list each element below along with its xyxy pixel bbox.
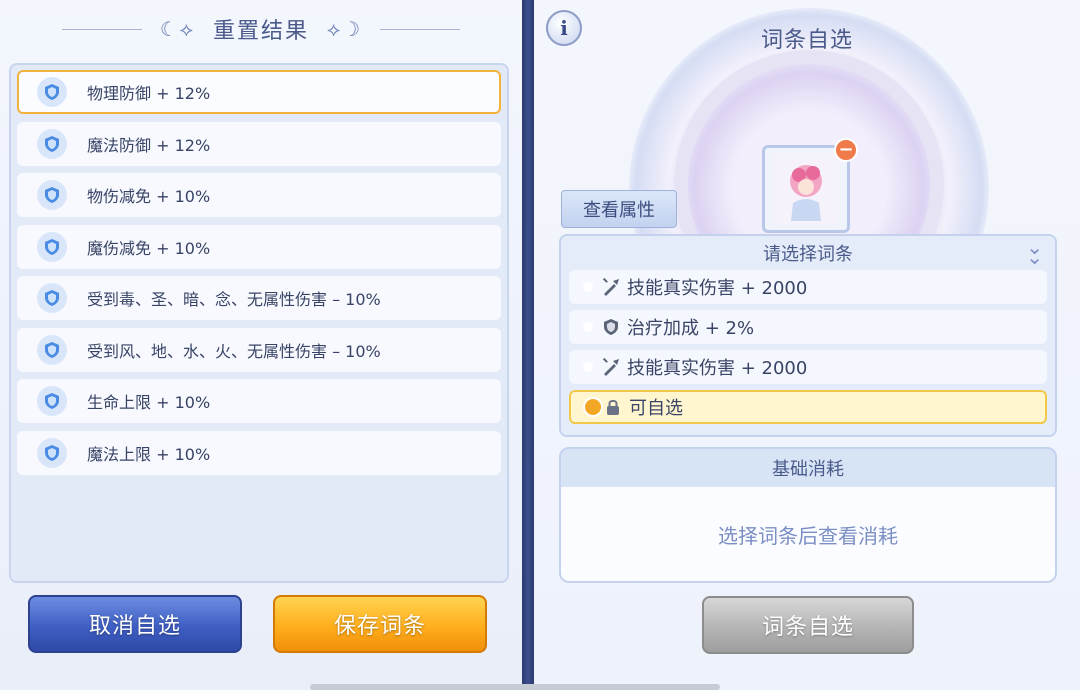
- cancel-selection-button[interactable]: 取消自选: [28, 595, 242, 653]
- result-label: 物伤减免 + 10%: [87, 187, 211, 206]
- entry-option-label: 可自选: [629, 398, 683, 419]
- shield-icon: [37, 77, 67, 107]
- shield-icon: [37, 437, 67, 468]
- sword-icon: [601, 277, 621, 297]
- chevron-down-icon[interactable]: ⌄ ⌄: [1026, 237, 1043, 267]
- base-cost-header: 基础消耗: [561, 449, 1055, 487]
- result-item-7[interactable]: 魔法上限 + 10%: [17, 430, 501, 475]
- base-cost-placeholder: 选择词条后查看消耗: [718, 523, 898, 548]
- view-attributes-button[interactable]: 查看属性: [561, 190, 677, 228]
- card-portrait-icon: [773, 153, 839, 225]
- result-label: 魔法上限 + 10%: [87, 444, 211, 464]
- shield-icon: [37, 128, 67, 159]
- reset-results-panel: ☾⟡ 重置结果 ⟡☽ 物理防御 + 12% 魔法防御 + 12% 物伤减免 + …: [0, 0, 522, 690]
- entry-option-3[interactable]: 可自选: [569, 390, 1047, 424]
- result-item-5[interactable]: 受到风、地、水、火、无属性伤害 – 10%: [17, 327, 501, 372]
- panel-title: 词条自选: [760, 28, 853, 53]
- shield-icon: [37, 283, 67, 313]
- entry-option-list: 请选择词条 ⌄ ⌄ 技能真实伤害 + 2000 治疗加成 + 2% 技能真实伤害 …: [559, 234, 1057, 437]
- entry-option-1[interactable]: 治疗加成 + 2%: [569, 310, 1047, 344]
- result-label: 生命上限 + 10%: [87, 393, 211, 412]
- panel-title: 重置结果: [212, 19, 309, 44]
- entry-option-label: 技能真实伤害 + 2000: [627, 358, 808, 379]
- result-item-4[interactable]: 受到毒、圣、暗、念、无属性伤害 – 10%: [17, 276, 501, 320]
- refresh-coin-icon: [583, 397, 603, 417]
- entry-select-button[interactable]: 词条自选: [702, 596, 914, 654]
- shield-icon: [37, 180, 67, 210]
- panel-divider: [522, 0, 534, 690]
- base-cost-panel: 基础消耗 选择词条后查看消耗: [559, 447, 1057, 583]
- shield-icon: [37, 334, 67, 365]
- remove-icon[interactable]: −: [834, 138, 858, 162]
- entry-option-0[interactable]: 技能真实伤害 + 2000: [569, 270, 1047, 304]
- ornament-right-icon: ⟡☽: [327, 17, 363, 41]
- radio-dot: [583, 322, 593, 332]
- entry-option-2[interactable]: 技能真实伤害 + 2000: [569, 350, 1047, 384]
- radio-dot: [583, 282, 593, 292]
- entry-option-header: 请选择词条 ⌄ ⌄: [561, 236, 1055, 270]
- entry-option-label: 治疗加成 + 2%: [627, 318, 755, 339]
- entry-option-label: 技能真实伤害 + 2000: [627, 278, 808, 299]
- result-list: 物理防御 + 12% 魔法防御 + 12% 物伤减免 + 10% 魔伤减免 + …: [9, 63, 509, 583]
- home-indicator: [310, 684, 720, 690]
- result-label: 受到毒、圣、暗、念、无属性伤害 – 10%: [87, 290, 381, 309]
- result-item-2[interactable]: 物伤减免 + 10%: [17, 173, 501, 217]
- result-label: 受到风、地、水、火、无属性伤害 – 10%: [87, 341, 381, 361]
- shield-icon: [37, 386, 67, 416]
- result-item-1[interactable]: 魔法防御 + 12%: [17, 121, 501, 166]
- ornament-left-icon: ☾⟡: [159, 17, 195, 41]
- panel-header: ☾⟡ 重置结果 ⟡☽: [0, 0, 522, 58]
- lock-icon: [607, 399, 619, 415]
- result-item-3[interactable]: 魔伤减免 + 10%: [17, 224, 501, 269]
- entry-select-panel: i 词条自选 − 查看属性 请选择词条 ⌄ ⌄ 技能真实伤害 + 2000 治疗加…: [534, 0, 1080, 690]
- header-divider-right: [380, 28, 461, 30]
- result-item-0[interactable]: 物理防御 + 12%: [17, 70, 501, 114]
- custom-slot-indicator: [583, 397, 621, 417]
- sword-icon: [601, 357, 621, 377]
- save-entry-button[interactable]: 保存词条: [273, 595, 487, 653]
- header-divider-left: [61, 28, 142, 30]
- shield-icon: [37, 231, 67, 262]
- result-item-6[interactable]: 生命上限 + 10%: [17, 379, 501, 423]
- result-label: 魔伤减免 + 10%: [87, 238, 211, 258]
- result-label: 魔法防御 + 12%: [87, 135, 211, 155]
- shield-icon: [601, 317, 621, 337]
- entry-option-title: 请选择词条: [763, 244, 853, 265]
- result-label: 物理防御 + 12%: [87, 84, 211, 103]
- radio-dot: [583, 362, 593, 372]
